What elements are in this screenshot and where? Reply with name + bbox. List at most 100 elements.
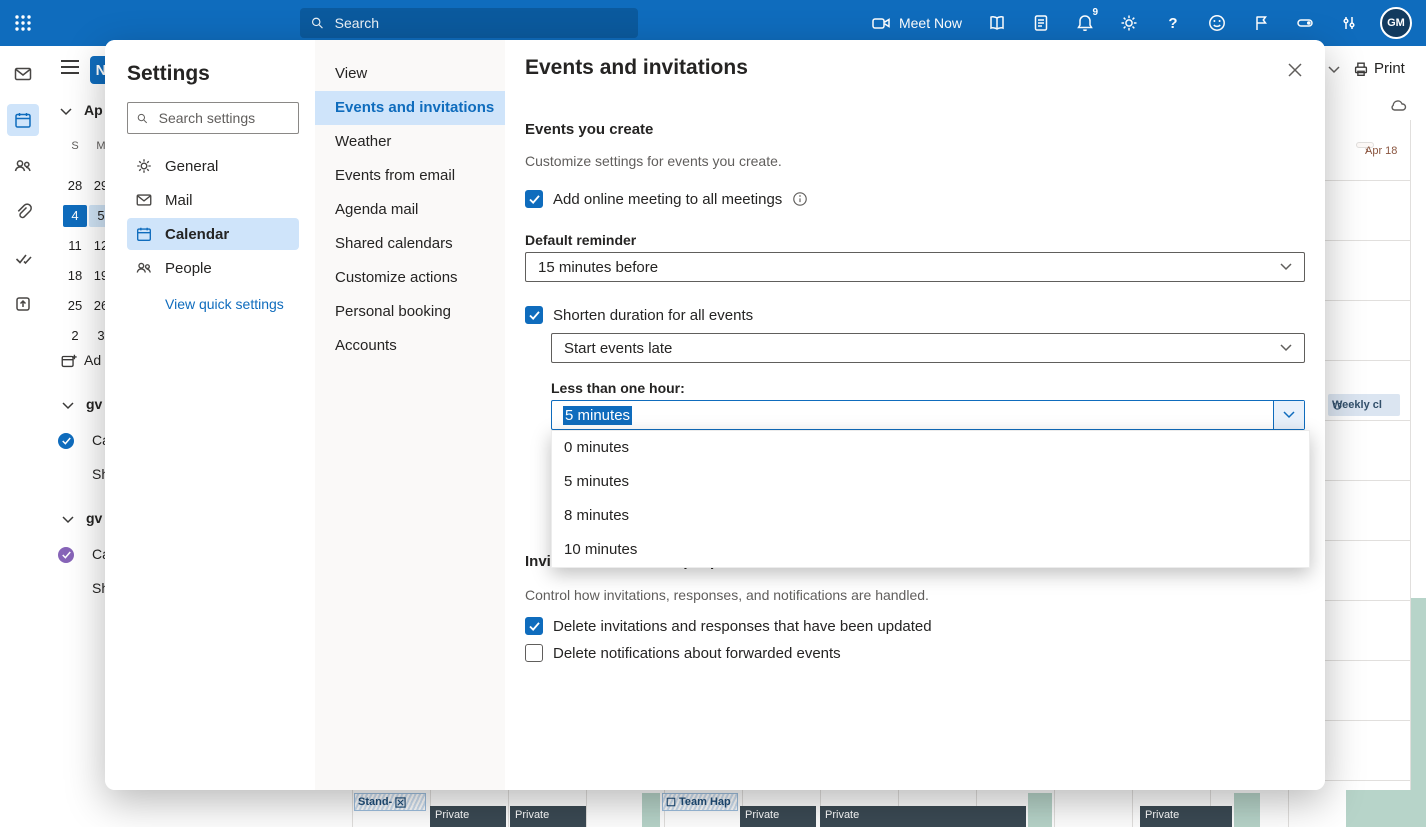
mini-date[interactable]: 11 <box>63 235 87 257</box>
settings-search[interactable] <box>127 102 299 134</box>
subnav-item-weather[interactable]: Weather <box>315 125 505 159</box>
settings-nav-column: Settings General Mail Calendar <box>105 40 315 790</box>
gear-icon <box>135 157 153 175</box>
nav-item-general[interactable]: General <box>127 150 299 182</box>
weekly-event-chip[interactable]: Weekly cl <box>1328 394 1400 416</box>
subnav-item-accounts[interactable]: Accounts <box>315 329 505 363</box>
waffle-icon <box>14 14 32 32</box>
rail-apps-button[interactable] <box>7 288 39 320</box>
nav-label: People <box>165 260 212 277</box>
mini-date[interactable]: 28 <box>63 175 87 197</box>
global-search[interactable] <box>300 8 638 38</box>
account-avatar[interactable]: GM <box>1380 7 1412 39</box>
nav-item-calendar[interactable]: Calendar <box>127 218 299 250</box>
close-button[interactable] <box>1279 54 1311 86</box>
group-chevron-icon[interactable] <box>62 402 74 410</box>
mini-date[interactable]: 25 <box>63 295 87 317</box>
cloud-icon[interactable] <box>1388 96 1408 112</box>
combobox-dropdown-button[interactable] <box>1273 401 1304 429</box>
less-than-hour-label: Less than one hour: <box>551 380 685 396</box>
calendar-right-edge: Print Apr 18 › Weekly cl <box>1325 46 1426 790</box>
settings-dialog: Settings General Mail Calendar <box>105 40 1325 790</box>
calendar-group-name[interactable]: gv <box>86 510 102 526</box>
calendar-icon <box>13 110 33 130</box>
option-5-minutes[interactable]: 5 minutes <box>552 465 1309 499</box>
private-event-chip[interactable]: Private <box>740 806 816 827</box>
info-icon[interactable] <box>792 191 808 207</box>
meet-now-button[interactable]: Meet Now <box>861 13 972 33</box>
team-event-chip[interactable]: Team Hap <box>662 793 738 811</box>
subnav-item-events-and-invitations[interactable]: Events and invitations <box>315 91 505 125</box>
event-fragment[interactable] <box>1346 790 1426 827</box>
select-value: 15 minutes before <box>538 259 658 276</box>
search-icon <box>136 111 149 126</box>
settings-panel: Events and invitations Events you create… <box>505 40 1325 790</box>
shorten-mode-select[interactable]: Start events late <box>551 333 1305 363</box>
option-10-minutes[interactable]: 10 minutes <box>552 533 1309 567</box>
settings-search-input[interactable] <box>157 109 290 127</box>
search-input[interactable] <box>333 14 628 32</box>
calendar-icon <box>135 225 153 243</box>
event-fragment[interactable] <box>642 793 660 827</box>
default-reminder-select[interactable]: 15 minutes before <box>525 252 1305 282</box>
nav-item-people[interactable]: People <box>127 252 299 284</box>
settings-subnav-column: View Events and invitations Weather Even… <box>315 40 505 790</box>
subnav-item-view[interactable]: View <box>315 57 505 91</box>
private-event-chip[interactable]: Private <box>510 806 586 827</box>
delete-forwarded-checkbox[interactable] <box>525 644 543 662</box>
panel-title: Events and invitations <box>525 56 748 80</box>
option-8-minutes[interactable]: 8 minutes <box>552 499 1309 533</box>
subnav-item-shared-calendars[interactable]: Shared calendars <box>315 227 505 261</box>
calendar-check-icon[interactable] <box>58 433 74 449</box>
view-quick-settings-link[interactable]: View quick settings <box>127 296 299 312</box>
hamburger-icon[interactable] <box>60 60 80 74</box>
more-tools-button[interactable] <box>1330 0 1368 46</box>
subnav-item-customize-actions[interactable]: Customize actions <box>315 261 505 295</box>
checkbox-label: Add online meeting to all meetings <box>553 191 782 208</box>
add-calendar-icon[interactable] <box>60 352 78 370</box>
event-label: Stand- <box>358 796 392 808</box>
delete-forwarded-row: Delete notifications about forwarded eve… <box>525 644 841 662</box>
rail-people-button[interactable] <box>7 150 39 182</box>
event-label: Private <box>1145 809 1179 821</box>
calendar-check-icon[interactable] <box>58 547 74 563</box>
subnav-item-agenda-mail[interactable]: Agenda mail <box>315 193 505 227</box>
mini-date[interactable]: 18 <box>63 265 87 287</box>
weekday-label: S <box>63 140 87 152</box>
standup-event-chip[interactable]: Stand- <box>354 793 426 811</box>
app-rail <box>0 46 46 827</box>
group-chevron-icon[interactable] <box>62 516 74 524</box>
less-than-hour-combobox[interactable]: 5 minutes <box>551 400 1305 430</box>
private-event-chip[interactable]: Private <box>820 806 1026 827</box>
print-button[interactable]: Print <box>1374 60 1405 77</box>
mini-date-selected[interactable]: 4 <box>63 205 87 227</box>
view-chevron-icon[interactable] <box>1328 66 1340 74</box>
mini-date[interactable]: 2 <box>63 325 87 347</box>
event-label: Private <box>515 809 549 821</box>
calendar-group-name[interactable]: gv <box>86 396 102 412</box>
online-meeting-checkbox[interactable] <box>525 190 543 208</box>
rail-todo-button[interactable] <box>7 242 39 274</box>
nav-item-mail[interactable]: Mail <box>127 184 299 216</box>
event-fragment[interactable] <box>1028 793 1052 827</box>
printer-icon[interactable] <box>1352 60 1370 78</box>
chevron-down-icon <box>1280 263 1292 271</box>
month-chevron-icon[interactable] <box>60 108 72 116</box>
delete-updated-checkbox[interactable] <box>525 617 543 635</box>
subnav-item-events-from-email[interactable]: Events from email <box>315 159 505 193</box>
private-event-chip[interactable]: Private <box>1140 806 1232 827</box>
subnav-item-personal-booking[interactable]: Personal booking <box>315 295 505 329</box>
date-badge[interactable]: Apr 18 › <box>1356 142 1374 148</box>
event-fragment[interactable] <box>1411 598 1426 790</box>
private-event-chip[interactable]: Private <box>430 806 506 827</box>
event-fragment[interactable] <box>1234 793 1260 827</box>
rail-attachments-button[interactable] <box>7 196 39 228</box>
online-meeting-row: Add online meeting to all meetings <box>525 190 808 208</box>
rail-mail-button[interactable] <box>7 58 39 90</box>
add-calendar-label[interactable]: Ad <box>84 352 101 368</box>
option-0-minutes[interactable]: 0 minutes <box>552 431 1309 465</box>
rail-calendar-button[interactable] <box>7 104 39 136</box>
shorten-duration-checkbox[interactable] <box>525 306 543 324</box>
app-launcher-button[interactable] <box>0 0 46 46</box>
shorten-duration-row: Shorten duration for all events <box>525 306 753 324</box>
